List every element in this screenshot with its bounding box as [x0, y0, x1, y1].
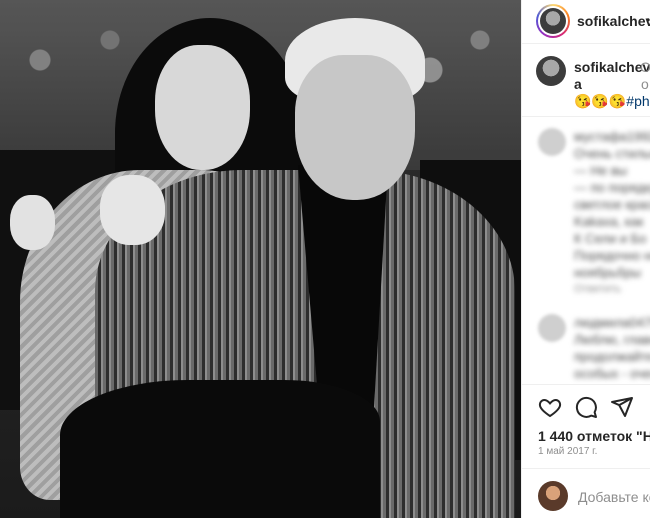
post-header: sofikalcheva • [522, 0, 650, 44]
post-actions [538, 395, 648, 419]
comment-block: мустафа1992 Очень стильно — Не вы — по п… [574, 128, 650, 298]
current-user-avatar [538, 481, 568, 511]
comment-line: К Сели и Бо [574, 231, 647, 246]
add-comment-input[interactable]: Добавьте ком [578, 489, 650, 505]
caption-avatar[interactable] [536, 56, 566, 86]
post-photo[interactable] [0, 0, 521, 518]
likes-count[interactable]: 1 440 отметок "Нрa [538, 428, 650, 444]
comment-avatar[interactable] [538, 128, 566, 156]
comment-username[interactable]: людмила0475 [574, 314, 650, 331]
post-side-panel: sofikalcheva • sofikalchev О a о 😘😘😘#pho… [521, 0, 650, 518]
comment-line: Порядочно не [574, 248, 650, 263]
share-icon[interactable] [610, 395, 634, 419]
man-legs [60, 380, 380, 518]
comment-line: светлое красиво [574, 197, 650, 212]
comment-reply-link[interactable]: Ответить [574, 281, 650, 298]
comment-line: Kakaxa, как [574, 214, 644, 229]
comment-block: людмила0475 Люблю, главное продолжайте о… [574, 314, 650, 382]
comment-icon[interactable] [574, 395, 598, 419]
caption-meta: О [640, 59, 650, 75]
comment-avatar[interactable] [538, 314, 566, 342]
heart-icon[interactable] [538, 395, 562, 419]
caption-username[interactable]: sofikalchev [574, 59, 650, 75]
caption-text: 😘😘😘#pho [574, 93, 650, 110]
comment-line: — Не вы [574, 163, 628, 178]
man-face [295, 55, 415, 200]
header-username[interactable]: sofikalcheva [577, 13, 650, 29]
comment-line: Очень стильно [574, 146, 650, 161]
woman-face [155, 45, 250, 170]
comment-line: особых - очень [574, 366, 650, 381]
caption-meta-continued: о [641, 76, 649, 92]
divider [522, 116, 650, 117]
woman-hand [10, 195, 55, 250]
comment-line: Люблю, главное [574, 332, 650, 347]
caption-hashtag[interactable]: #pho [626, 93, 650, 109]
divider [522, 468, 650, 469]
woman-hand [100, 175, 165, 245]
caption-username-continued[interactable]: a [574, 76, 582, 92]
comment-username[interactable]: мустафа1992 [574, 128, 650, 145]
comment-line: — по порядку [574, 180, 650, 195]
comment-line: продолжайте [574, 349, 650, 364]
header-dot: • [646, 13, 650, 27]
comment-line: ноябрьбры [574, 265, 641, 280]
profile-avatar[interactable] [536, 4, 570, 38]
caption-emojis: 😘😘😘 [574, 93, 627, 109]
post-date: 1 май 2017 г. [538, 446, 598, 457]
divider [522, 384, 650, 385]
